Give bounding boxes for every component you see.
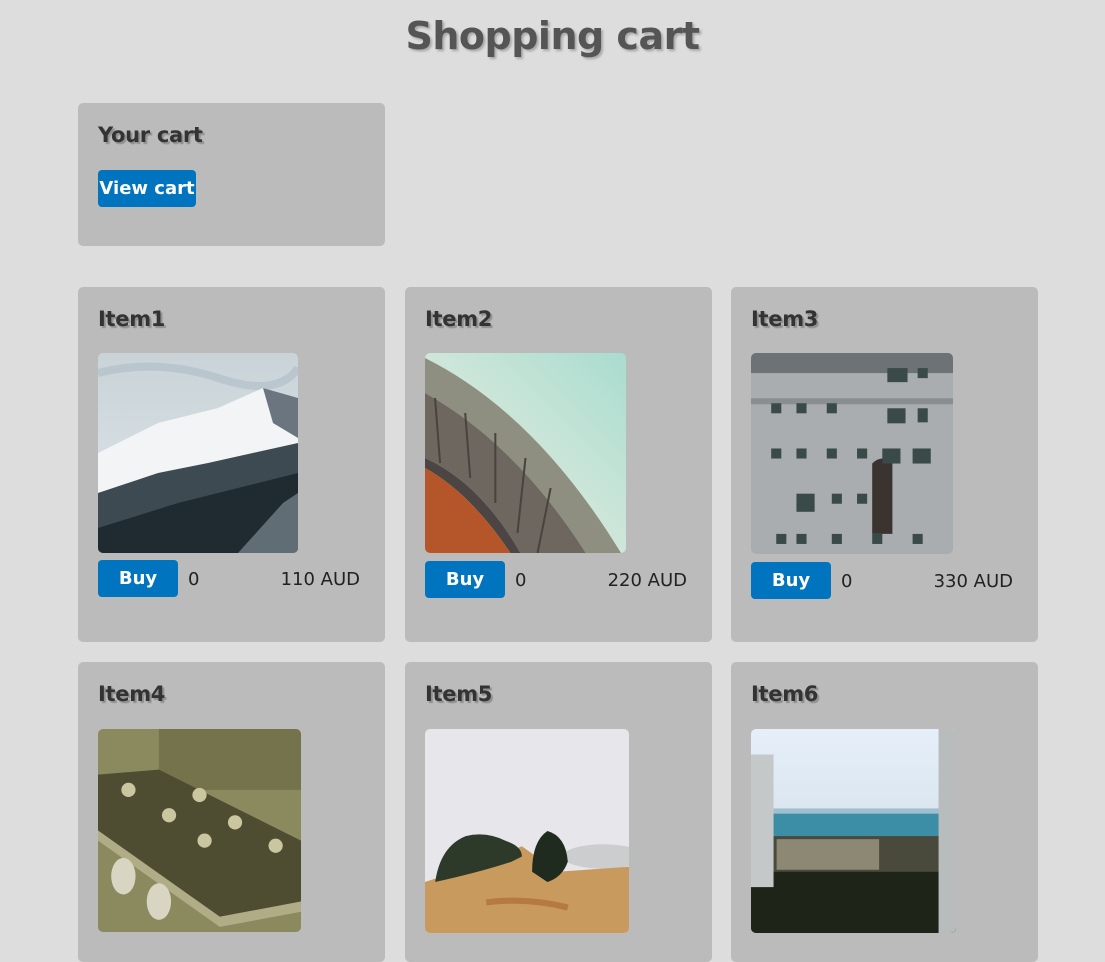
product-name: Item6 (751, 682, 819, 706)
product-image-weathered-apartment-facade (751, 353, 953, 554)
product-card: Item4 (78, 662, 385, 962)
product-name: Item3 (751, 307, 819, 331)
buy-button[interactable]: Buy (98, 560, 178, 597)
quantity-count: 0 (841, 571, 853, 592)
product-image-curved-building-roof (425, 353, 626, 553)
product-card: Item3 Buy 0 330 AUD (731, 287, 1038, 642)
product-image-coastal-city-view (751, 729, 956, 933)
product-name: Item4 (98, 682, 166, 706)
product-name: Item5 (425, 682, 493, 706)
product-card: Item6 (731, 662, 1038, 962)
product-card: Item2 Buy 0 220 AUD (405, 287, 712, 642)
buy-button[interactable]: Buy (425, 561, 505, 598)
page-title: Shopping cart (405, 14, 700, 58)
product-name: Item2 (425, 307, 493, 331)
product-card: Item1 Buy 0 110 AUD (78, 287, 385, 642)
product-card: Item5 (405, 662, 712, 962)
cart-panel: Your cart View cart (78, 103, 385, 246)
view-cart-button[interactable]: View cart (98, 170, 196, 207)
buy-button[interactable]: Buy (751, 562, 831, 599)
product-price: 110 AUD (280, 569, 360, 590)
product-price: 220 AUD (607, 570, 687, 591)
product-image-guitar-headstock (98, 729, 301, 932)
product-name: Item1 (98, 307, 166, 331)
cart-heading: Your cart (98, 123, 203, 147)
product-image-snowy-mountain (98, 353, 298, 553)
product-price: 330 AUD (933, 571, 1013, 592)
quantity-count: 0 (515, 570, 527, 591)
quantity-count: 0 (188, 569, 200, 590)
product-image-foggy-hill-with-trees (425, 729, 629, 933)
